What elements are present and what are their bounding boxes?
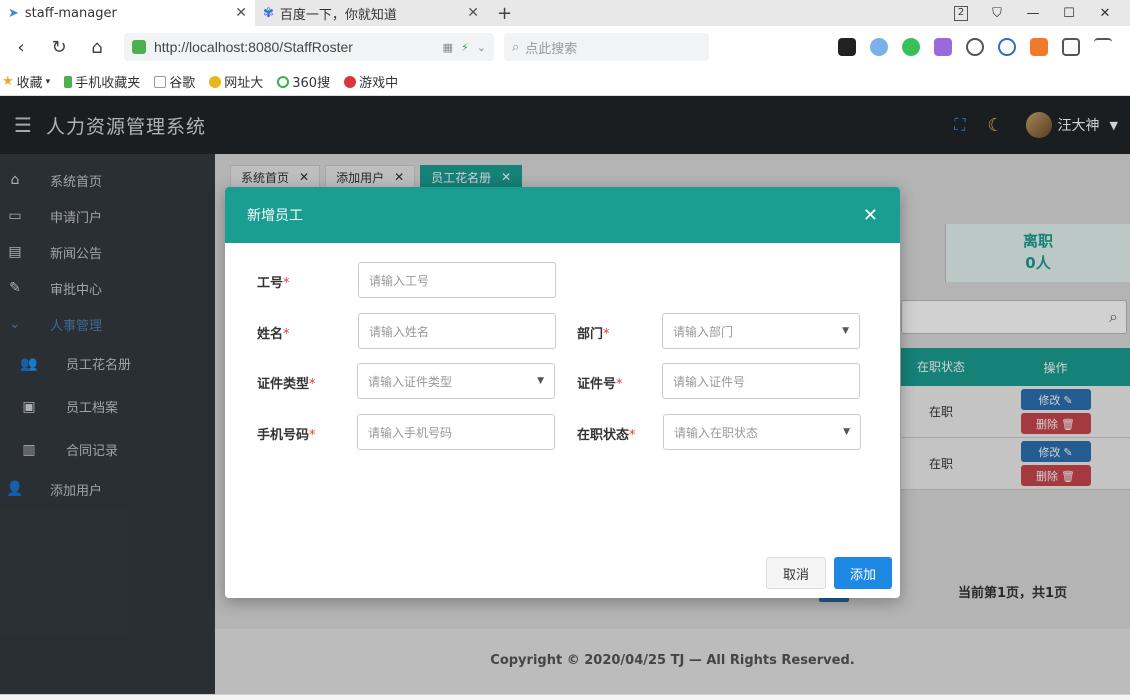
baidu-paw-icon: ✾: [263, 5, 274, 21]
new-tab-button[interactable]: +: [487, 3, 522, 24]
back-icon[interactable]: ‹: [4, 37, 38, 58]
modal-title: 新增员工: [247, 208, 303, 224]
search-placeholder: 点此搜索: [525, 41, 578, 57]
extension-icon[interactable]: [838, 38, 856, 56]
page-icon: [154, 75, 167, 88]
chevron-down-icon[interactable]: ⌄: [477, 41, 486, 54]
close-icon[interactable]: ✕: [235, 5, 247, 21]
window-close-icon[interactable]: ✕: [1098, 6, 1112, 21]
add-button[interactable]: 添加: [834, 557, 892, 589]
bookmark-item[interactable]: ★ 收藏 ▾: [2, 72, 50, 91]
reload-icon[interactable]: ↻: [42, 37, 76, 58]
address-bar-row: ‹ ↻ ⌂ http://localhost:8080/StaffRoster …: [0, 26, 1130, 68]
scissors-icon[interactable]: [966, 38, 984, 56]
field-label: 证件类型*: [257, 377, 316, 392]
translate-icon[interactable]: [934, 38, 952, 56]
grid-icon[interactable]: [1062, 38, 1080, 56]
browser-tab-label: 百度一下，你就知道: [279, 7, 397, 23]
bookmark-item[interactable]: 手机收藏夹: [64, 72, 140, 91]
search-icon[interactable]: [998, 38, 1016, 56]
close-icon[interactable]: ✕: [863, 205, 878, 226]
extension-icon[interactable]: [902, 38, 920, 56]
modal-header: 新增员工 ✕: [225, 187, 900, 243]
chevron-down-icon: ▾: [45, 76, 51, 87]
modal-footer: 取消 添加: [766, 557, 892, 589]
form-row: 姓名* 请输入姓名 部门* 请输入部门 ▼: [225, 313, 900, 351]
department-select[interactable]: 请输入部门 ▼: [662, 313, 860, 349]
cancel-button[interactable]: 取消: [766, 557, 826, 589]
status-select[interactable]: 请输入在职状态 ▼: [663, 414, 861, 450]
undo-icon[interactable]: [1094, 38, 1112, 56]
phone-input[interactable]: 请输入手机号码: [357, 414, 555, 450]
browser-tab-bar: ➤ staff-manager ✕ ✾ 百度一下，你就知道 ✕ + 2 ⛉ — …: [0, 0, 1130, 26]
caret-down-icon: ▼: [842, 326, 849, 336]
lightning-icon[interactable]: ⚡: [461, 41, 469, 54]
browser-tab-baidu[interactable]: ✾ 百度一下，你就知道 ✕: [255, 0, 487, 26]
bookmark-item[interactable]: 网址大: [209, 72, 263, 91]
caret-down-icon: ▼: [843, 427, 850, 437]
bookmark-item[interactable]: 360搜: [277, 72, 330, 91]
bookmark-item[interactable]: 游戏中: [344, 72, 398, 91]
id-type-select[interactable]: 请输入证件类型 ▼: [357, 363, 555, 399]
field-label: 工号*: [257, 276, 290, 291]
url-text: http://localhost:8080/StaffRoster: [154, 39, 353, 55]
window-controls: 2 ⛉ — ☐ ✕: [954, 5, 1130, 21]
browser-tab-label: staff-manager: [24, 5, 117, 21]
tab-counter[interactable]: 2: [954, 5, 968, 21]
tab-favicon-icon: ➤: [8, 5, 19, 21]
home-icon[interactable]: ⌂: [80, 37, 114, 58]
url-field[interactable]: http://localhost:8080/StaffRoster ▦ ⚡ ⌄: [124, 33, 494, 61]
qr-icon[interactable]: ▦: [443, 41, 453, 54]
field-label: 姓名*: [257, 327, 290, 342]
field-label: 在职状态*: [577, 428, 636, 443]
360-icon: [277, 75, 290, 88]
form-row: 工号* 请输入工号: [225, 262, 900, 300]
field-label: 证件号*: [577, 377, 623, 392]
bookmark-item[interactable]: 谷歌: [154, 72, 195, 91]
field-label: 手机号码*: [257, 428, 316, 443]
form-row: 证件类型* 请输入证件类型 ▼ 证件号* 请输入证件号: [225, 363, 900, 401]
browser-status-bar: [0, 694, 1130, 700]
minimize-icon[interactable]: —: [1026, 6, 1040, 21]
game-icon[interactable]: [1030, 38, 1048, 56]
bookmarks-bar: ★ 收藏 ▾ 手机收藏夹 谷歌 网址大 360搜 游戏中: [0, 68, 1130, 96]
add-employee-modal: 新增员工 ✕ 工号* 请输入工号 姓名* 请输入姓名 部门* 请输入部门 ▼ 证件…: [225, 187, 900, 598]
caret-down-icon: ▼: [537, 376, 544, 386]
job-no-input[interactable]: 请输入工号: [358, 262, 556, 298]
browser-search-input[interactable]: ⌕ 点此搜索: [504, 33, 709, 61]
field-label: 部门*: [577, 327, 610, 342]
form-row: 手机号码* 请输入手机号码 在职状态* 请输入在职状态 ▼: [225, 414, 900, 452]
name-input[interactable]: 请输入姓名: [358, 313, 556, 349]
browser-tab-staff-manager[interactable]: ➤ staff-manager ✕: [0, 0, 255, 26]
phone-icon: [64, 75, 73, 88]
shirt-icon[interactable]: ⛉: [990, 6, 1004, 21]
game-icon: [344, 75, 357, 88]
id-no-input[interactable]: 请输入证件号: [662, 363, 860, 399]
extension-icons: [838, 38, 1126, 56]
extension-icon[interactable]: [870, 38, 888, 56]
secure-shield-icon: [132, 40, 146, 54]
search-icon: ⌕: [512, 39, 520, 55]
close-icon[interactable]: ✕: [467, 5, 479, 21]
maximize-icon[interactable]: ☐: [1062, 6, 1076, 21]
site-icon: [209, 75, 222, 88]
star-icon: ★: [2, 74, 14, 89]
